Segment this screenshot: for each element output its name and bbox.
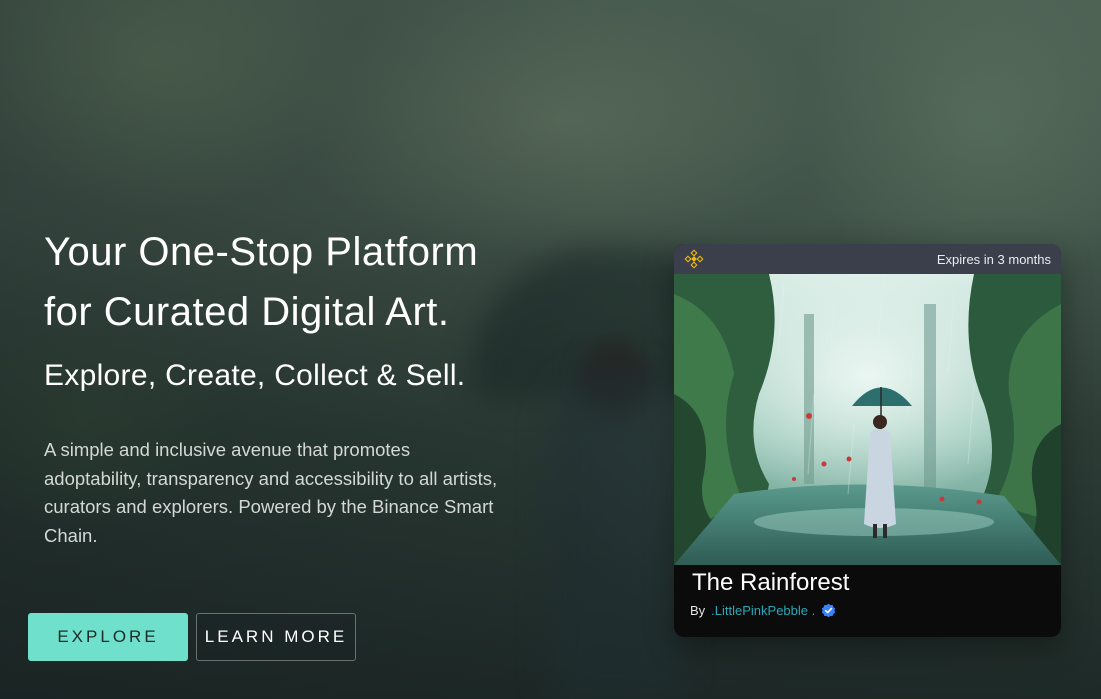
artwork-image[interactable] (674, 274, 1061, 565)
headline-line-2: for Curated Digital Art. (44, 290, 450, 334)
binance-icon (684, 249, 704, 269)
artwork-title[interactable]: The Rainforest (692, 567, 1043, 599)
hero-headline: Your One-Stop Platform for Curated Digit… (44, 222, 564, 342)
artist-byline: By .LittlePinkPebble . (690, 603, 1043, 618)
artist-link[interactable]: .LittlePinkPebble . (711, 603, 815, 618)
learn-more-button[interactable]: LEARN MORE (196, 613, 356, 661)
card-footer: The Rainforest By .LittlePinkPebble . (674, 565, 1061, 618)
card-header: Expires in 3 months (674, 244, 1061, 274)
hero-description: A simple and inclusive avenue that promo… (44, 439, 498, 547)
verified-badge-icon (822, 603, 836, 618)
headline-line-1: Your One-Stop Platform (44, 230, 479, 274)
featured-artwork-card[interactable]: Expires in 3 months The Rainforest By .L… (674, 244, 1061, 637)
explore-button[interactable]: EXPLORE (28, 613, 188, 661)
hero-subheadline: Explore, Create, Collect & Sell. (44, 359, 466, 392)
expiry-label: Expires in 3 months (936, 251, 1051, 267)
by-label: By (690, 603, 706, 618)
hero-section: Your One-Stop Platform for Curated Digit… (44, 222, 564, 551)
